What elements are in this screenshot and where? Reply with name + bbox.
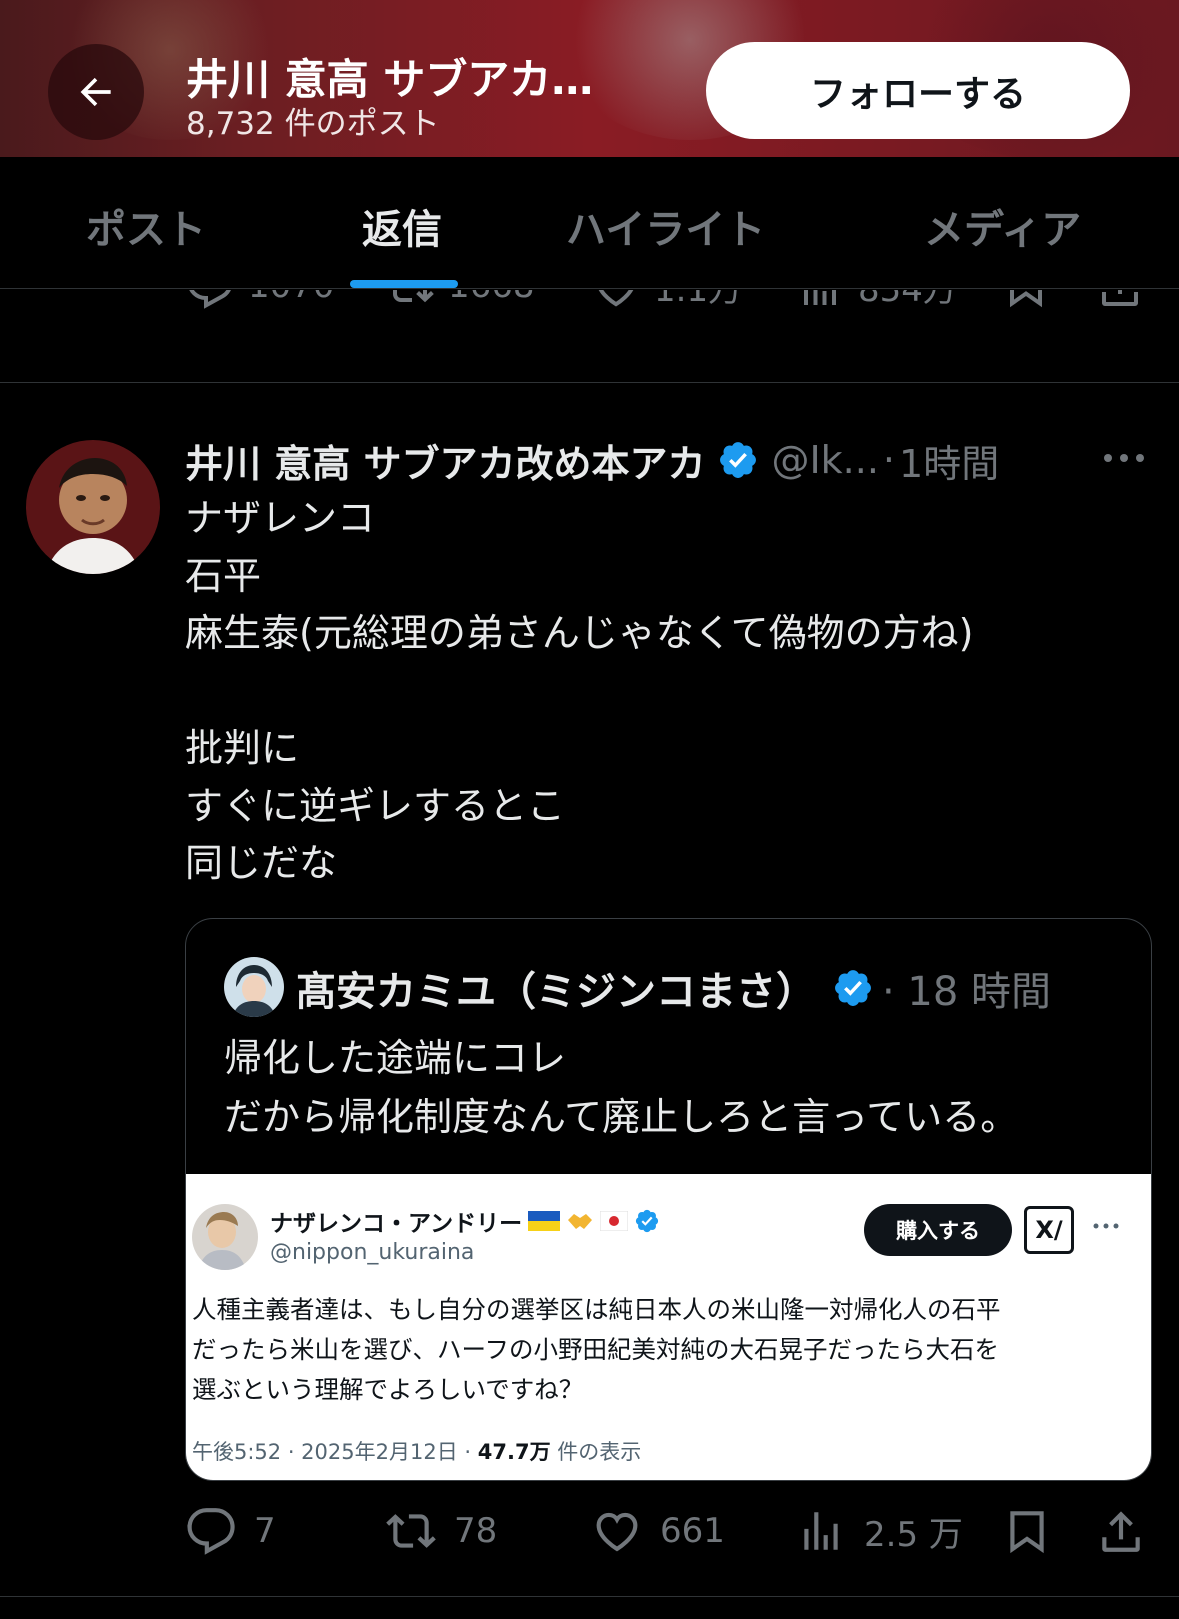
embedded-tweet-text: 人種主義者達は、もし自分の選挙区は純日本人の米山隆一対帰化人の石平 だったら米山… bbox=[192, 1295, 1001, 1404]
tweet-divider bbox=[0, 1596, 1179, 1597]
verified-badge-icon bbox=[635, 1209, 659, 1233]
share-action[interactable] bbox=[1096, 1506, 1146, 1556]
active-tab-indicator bbox=[350, 280, 458, 288]
author-avatar[interactable] bbox=[26, 440, 160, 574]
share-icon bbox=[1102, 290, 1138, 306]
views-action[interactable]: 854万 bbox=[796, 290, 957, 311]
embedded-buy-button: 購入する bbox=[864, 1204, 1012, 1256]
views-icon bbox=[804, 290, 836, 305]
repost-icon bbox=[393, 290, 434, 303]
separator-dot: · bbox=[882, 438, 896, 482]
views-action[interactable]: 2.5 万 bbox=[796, 1506, 963, 1556]
reply-action[interactable]: 7 bbox=[186, 1506, 276, 1556]
embedded-tweet-meta: 午後5:52 · 2025年2月12日 · 47.7万 件の表示 bbox=[192, 1436, 641, 1466]
ukraine-flag-icon bbox=[528, 1211, 561, 1231]
quote-author-avatar bbox=[224, 957, 284, 1017]
reply-count: 1070 bbox=[248, 290, 335, 306]
embedded-avatar-photo bbox=[192, 1204, 258, 1270]
like-count: 1.1万 bbox=[654, 290, 743, 310]
profile-tabs: ポスト 返信 ハイライト メディア bbox=[0, 157, 1179, 289]
embedded-timestamp: 午後5:52 · 2025年2月12日 · bbox=[192, 1440, 478, 1464]
repost-action[interactable]: 1668 bbox=[386, 290, 535, 310]
tweet-header: 井川 意高 サブアカ改め本アカ @Ik... · 1時間 bbox=[185, 434, 999, 486]
views-count: 2.5 万 bbox=[864, 1514, 963, 1555]
embedded-author-avatar bbox=[192, 1204, 258, 1270]
embedded-author-handle: @nippon_ukuraina bbox=[270, 1240, 475, 1265]
tab-replies[interactable]: 返信 bbox=[362, 197, 442, 255]
tweet-text: ナザレンコ 石平 麻生泰(元総理の弟さんじゃなくて偽物の方ね) 批判に すぐに逆… bbox=[185, 496, 974, 885]
handshake-icon bbox=[568, 1214, 593, 1229]
quote-avatar-illustration bbox=[224, 957, 284, 1017]
reply-action[interactable]: 1070 bbox=[186, 290, 335, 310]
tab-media[interactable]: メディア bbox=[924, 197, 1081, 255]
share-action[interactable] bbox=[1096, 290, 1144, 310]
heart-icon bbox=[599, 290, 633, 307]
profile-header: 井川 意高 サブアカ… 8,732 件のポスト フォローする bbox=[0, 0, 1179, 157]
quote-header: 髙安カミユ（ミジンコまさ） · 18 時間 bbox=[296, 957, 1051, 1019]
repost-count: 78 bbox=[454, 1511, 498, 1551]
quote-author-name: 髙安カミユ（ミジンコまさ） bbox=[296, 969, 816, 1015]
like-action[interactable]: 661 bbox=[592, 1506, 725, 1556]
bookmark-icon bbox=[1010, 1511, 1044, 1554]
reply-count: 7 bbox=[254, 1511, 276, 1551]
back-button[interactable] bbox=[48, 44, 144, 140]
verified-badge-icon bbox=[720, 442, 757, 478]
more-options-icon[interactable] bbox=[1100, 446, 1148, 470]
tab-highlights[interactable]: ハイライト bbox=[566, 197, 765, 255]
share-icon bbox=[1102, 1511, 1140, 1552]
embedded-author-name-text: ナザレンコ・アンドリー bbox=[270, 1211, 523, 1237]
embedded-view-suffix: 件の表示 bbox=[550, 1440, 642, 1464]
post-count: 8,732 件のポスト bbox=[186, 106, 440, 142]
repost-action[interactable]: 78 bbox=[386, 1506, 497, 1556]
follow-button[interactable]: フォローする bbox=[706, 42, 1130, 139]
verified-badge-icon bbox=[835, 970, 871, 1006]
bookmark-action[interactable] bbox=[1002, 1506, 1052, 1556]
views-icon bbox=[804, 1512, 838, 1550]
quoted-tweet[interactable]: 髙安カミユ（ミジンコまさ） · 18 時間 帰化した途端にコレ だから帰化制度な… bbox=[185, 918, 1152, 1481]
tab-posts[interactable]: ポスト bbox=[86, 197, 206, 255]
like-count: 661 bbox=[660, 1511, 725, 1551]
views-count: 854万 bbox=[858, 290, 957, 310]
reply-icon bbox=[187, 1508, 235, 1555]
quote-text: 帰化した途端にコレ だから帰化制度なんて廃止しろと言っている。 bbox=[224, 1036, 1019, 1139]
embedded-view-count: 47.7万 bbox=[477, 1440, 551, 1464]
repost-count: 1668 bbox=[448, 290, 535, 306]
previous-tweet-actions: 1070 1668 1.1万 854万 bbox=[0, 290, 1179, 383]
author-handle[interactable]: @Ik... bbox=[771, 438, 878, 482]
bookmark-icon bbox=[1010, 290, 1042, 308]
like-action[interactable]: 1.1万 bbox=[592, 290, 742, 311]
quote-time: · 18 時間 bbox=[882, 969, 1052, 1015]
grok-icon: X/ bbox=[1024, 1206, 1074, 1254]
author-name[interactable]: 井川 意高 サブアカ改め本アカ bbox=[185, 433, 705, 488]
japan-flag-icon bbox=[600, 1211, 629, 1231]
bookmark-action[interactable] bbox=[1002, 290, 1050, 310]
embedded-more-icon bbox=[1093, 1223, 1119, 1229]
tweet-actions: 7 78 661 2.5 万 bbox=[0, 1500, 1179, 1564]
repost-icon bbox=[386, 1514, 436, 1548]
avatar-photo bbox=[26, 440, 160, 574]
arrow-left-icon bbox=[80, 77, 111, 107]
reply-icon bbox=[189, 290, 231, 309]
tweet-time[interactable]: 1時間 bbox=[899, 433, 999, 488]
embedded-author-name: ナザレンコ・アンドリー bbox=[270, 1204, 660, 1238]
quote-attached-image[interactable]: ナザレンコ・アンドリー @nippon_ukuraina 購入する X/ 人種主… bbox=[186, 1174, 1151, 1480]
heart-icon bbox=[596, 1512, 638, 1552]
